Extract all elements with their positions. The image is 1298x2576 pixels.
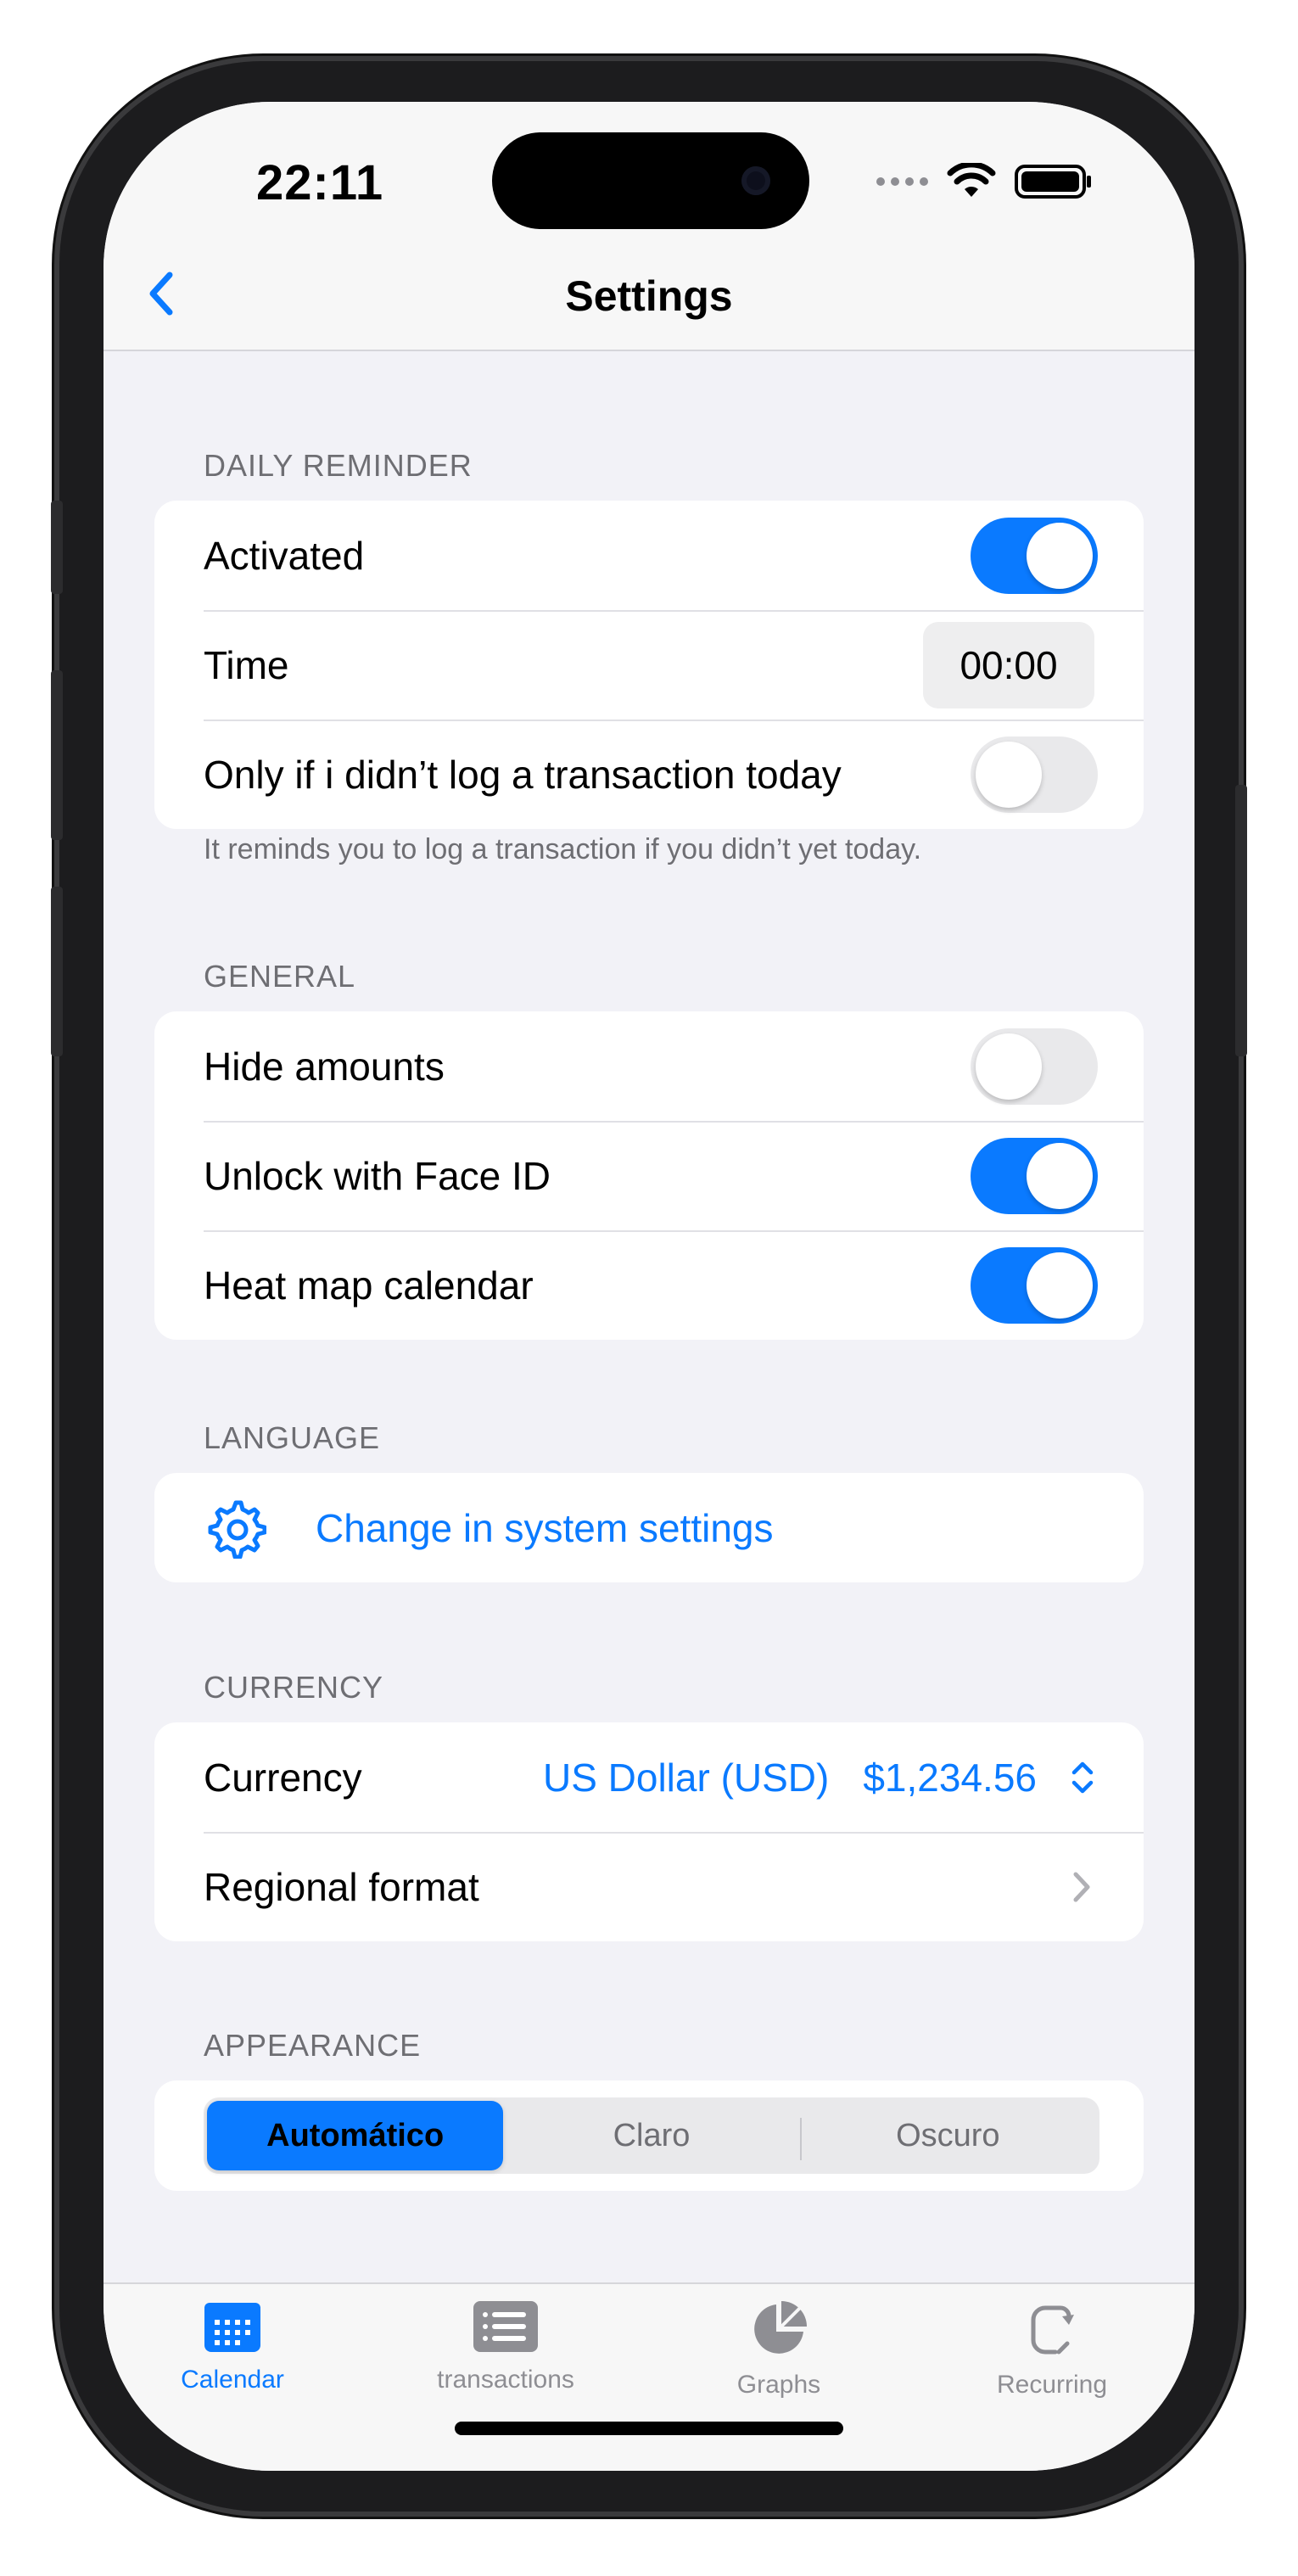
time-picker[interactable]: 00:00 <box>923 622 1094 708</box>
face-id-toggle[interactable] <box>971 1138 1098 1214</box>
currency-picker[interactable]: US Dollar (USD) $1,234.56 <box>543 1722 1094 1832</box>
segment-oscuro-label: Oscuro <box>896 2117 1000 2153</box>
only-if-toggle[interactable] <box>971 736 1098 813</box>
status-icons <box>876 163 1093 200</box>
hide-amounts-label: Hide amounts <box>204 1044 445 1089</box>
segment-automatico[interactable]: Automático <box>207 2101 504 2170</box>
list-icon <box>473 2301 538 2352</box>
volume-up-button <box>51 670 63 840</box>
chevron-up-down-icon <box>1071 1761 1094 1793</box>
change-language-row[interactable]: Change in system settings <box>154 1473 1144 1582</box>
currency-card: Currency US Dollar (USD) $1,234.56 Regio… <box>154 1722 1144 1941</box>
tab-transactions[interactable]: transactions <box>395 2299 616 2394</box>
segment-divider <box>799 2118 802 2160</box>
hide-amounts-toggle[interactable] <box>971 1028 1098 1105</box>
heat-map-toggle[interactable] <box>971 1247 1098 1324</box>
tab-recurring-label: Recurring <box>996 2371 1108 2399</box>
battery-icon <box>1015 165 1091 199</box>
daily-reminder-card: Activated Time 00:00 Only if i didn’t lo… <box>154 501 1144 829</box>
currency-label: Currency <box>204 1755 362 1800</box>
activated-label: Activated <box>204 533 365 578</box>
daily-reminder-footer: It reminds you to log a transaction if y… <box>204 833 922 865</box>
action-button <box>51 501 63 594</box>
pie-chart-icon <box>754 2301 807 2354</box>
section-header-general: GENERAL <box>204 959 356 994</box>
face-id-label: Unlock with Face ID <box>204 1153 551 1198</box>
segment-oscuro[interactable]: Oscuro <box>799 2101 1096 2170</box>
time-row: Time 00:00 <box>154 610 1144 720</box>
section-header-currency: CURRENCY <box>204 1670 384 1705</box>
appearance-segmented-control: Automático Claro Oscuro <box>204 2097 1099 2174</box>
gear-icon <box>208 1500 266 1559</box>
camera-icon <box>741 166 770 195</box>
power-button <box>1235 785 1247 1056</box>
hide-amounts-row: Hide amounts <box>154 1011 1144 1121</box>
volume-down-button <box>51 887 63 1056</box>
recurring-icon <box>1031 2305 1074 2355</box>
page-title: Settings <box>565 272 733 320</box>
chevron-right-icon <box>1073 1872 1090 1902</box>
currency-row: Currency US Dollar (USD) $1,234.56 <box>154 1722 1144 1832</box>
tab-calendar-label: Calendar <box>181 2366 284 2394</box>
dynamic-island <box>492 132 809 229</box>
tab-graphs[interactable]: Graphs <box>669 2299 889 2400</box>
heat-map-row: Heat map calendar <box>154 1230 1144 1340</box>
face-id-row: Unlock with Face ID <box>154 1121 1144 1230</box>
section-header-daily-reminder: DAILY REMINDER <box>204 448 473 483</box>
appearance-card: Automático Claro Oscuro <box>154 2080 1144 2191</box>
section-header-appearance: APPEARANCE <box>204 2028 422 2063</box>
language-card: Change in system settings <box>154 1473 1144 1582</box>
status-time: 22:11 <box>256 155 384 210</box>
tab-graphs-label: Graphs <box>736 2371 821 2399</box>
only-if-row: Only if i didn’t log a transaction today <box>154 720 1144 829</box>
general-card: Hide amounts Unlock with Face ID Heat ma… <box>154 1011 1144 1340</box>
change-language-label: Change in system settings <box>316 1505 774 1550</box>
tab-transactions-label: transactions <box>437 2366 574 2394</box>
wifi-icon <box>947 163 996 197</box>
currency-example: $1,234.56 <box>863 1755 1037 1800</box>
activated-row: Activated <box>154 501 1144 610</box>
screen: 22:11 Settings DAILY REMINDER Activated <box>104 102 1194 2471</box>
cellular-dots-icon <box>876 177 928 186</box>
heat-map-label: Heat map calendar <box>204 1263 534 1308</box>
currency-name: US Dollar (USD) <box>542 1755 830 1800</box>
tab-recurring[interactable]: Recurring <box>942 2299 1162 2400</box>
tab-calendar[interactable]: Calendar <box>122 2299 343 2394</box>
segment-claro[interactable]: Claro <box>503 2101 799 2170</box>
home-indicator <box>455 2422 843 2435</box>
regional-format-row[interactable]: Regional format <box>154 1832 1144 1941</box>
time-label: Time <box>204 642 289 687</box>
tab-bar: Calendar transactions Graphs Recurring <box>104 2282 1194 2471</box>
activated-toggle[interactable] <box>971 518 1098 594</box>
section-header-language: LANGUAGE <box>204 1420 381 1455</box>
calendar-icon <box>204 2303 260 2352</box>
regional-format-label: Regional format <box>204 1864 479 1909</box>
only-if-label: Only if i didn’t log a transaction today <box>204 752 842 797</box>
